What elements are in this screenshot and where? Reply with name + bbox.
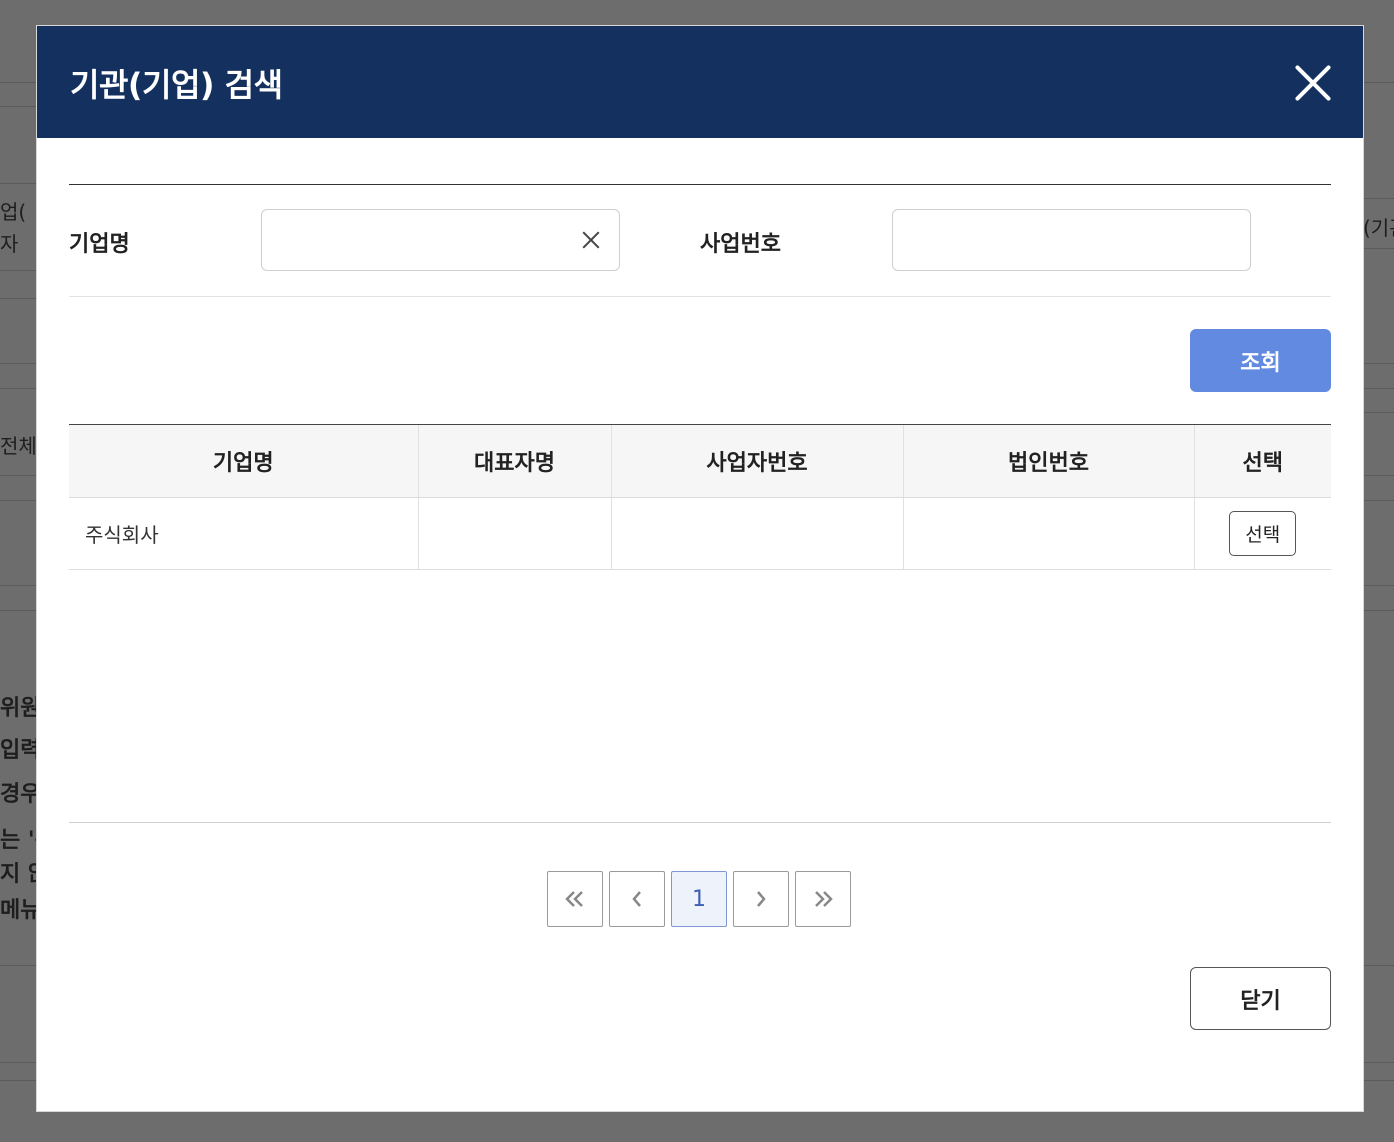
bg-divider xyxy=(0,106,37,107)
cell-corporate-number xyxy=(902,497,1194,570)
bg-divider xyxy=(0,82,37,83)
double-chevron-left-icon xyxy=(565,891,583,907)
bg-divider xyxy=(1363,248,1394,249)
bg-divider xyxy=(0,363,37,364)
bg-divider xyxy=(1363,475,1394,476)
cell-company: 주식회사 xyxy=(69,497,418,570)
bg-divider xyxy=(1363,500,1394,501)
page-1-button[interactable]: 1 xyxy=(671,871,727,927)
bg-text: (기관 xyxy=(1363,216,1394,240)
bg-text: 위원 xyxy=(0,696,37,721)
bg-text: 는 '총 xyxy=(0,828,37,853)
business-number-label: 사업번호 xyxy=(700,232,781,257)
column-header-company: 기업명 xyxy=(69,424,418,498)
company-name-label: 기업명 xyxy=(69,232,130,257)
bg-divider xyxy=(1363,198,1394,199)
bg-text: 메뉴 xyxy=(0,898,37,923)
next-page-button[interactable] xyxy=(733,871,789,927)
bg-text: 지 않 xyxy=(0,862,37,887)
list-bottom-border xyxy=(69,822,1331,823)
last-page-button[interactable] xyxy=(795,871,851,927)
double-chevron-right-icon xyxy=(815,891,833,907)
table-header-row: 기업명 대표자명 사업자번호 법인번호 선택 xyxy=(69,424,1331,498)
bg-divider xyxy=(0,270,37,271)
bg-divider xyxy=(1363,585,1394,586)
column-header-select: 선택 xyxy=(1193,424,1331,498)
bg-divider xyxy=(1363,412,1394,413)
modal-title: 기관(기업) 검색 xyxy=(70,66,283,104)
select-button[interactable]: 선택 xyxy=(1229,511,1297,556)
prev-page-button[interactable] xyxy=(609,871,665,927)
close-button[interactable]: 닫기 xyxy=(1190,967,1331,1030)
chevron-right-icon xyxy=(757,891,766,907)
bg-divider xyxy=(0,500,37,501)
bg-divider xyxy=(1363,363,1394,364)
first-page-button[interactable] xyxy=(547,871,603,927)
results-table: 기업명 대표자명 사업자번호 법인번호 선택 주식회사 선택 xyxy=(69,424,1331,570)
cell-business-number xyxy=(610,497,903,570)
clear-input-icon[interactable] xyxy=(581,230,601,250)
cell-representative xyxy=(417,497,611,570)
bg-divider xyxy=(1363,82,1394,83)
bg-divider xyxy=(0,183,37,184)
bg-divider xyxy=(1363,388,1394,389)
bg-text: 전체 xyxy=(0,434,37,458)
bg-divider xyxy=(0,610,37,611)
form-top-border xyxy=(69,184,1331,185)
table-row: 주식회사 선택 xyxy=(69,497,1331,570)
bg-text: 업( xyxy=(0,200,27,224)
modal-header: 기관(기업) 검색 xyxy=(37,26,1363,138)
bg-divider xyxy=(1363,610,1394,611)
bg-divider xyxy=(0,388,37,389)
business-number-input[interactable] xyxy=(892,209,1251,271)
company-name-input[interactable] xyxy=(261,209,620,271)
column-header-business-number: 사업자번호 xyxy=(610,424,903,498)
form-bottom-border xyxy=(69,296,1331,297)
chevron-left-icon xyxy=(632,891,641,907)
bg-text: 입력 xyxy=(0,738,37,763)
search-button[interactable]: 조회 xyxy=(1190,329,1331,392)
bg-text: 자 xyxy=(0,232,19,256)
cell-select: 선택 xyxy=(1193,497,1331,570)
bg-divider xyxy=(0,298,37,299)
organization-search-modal: 기관(기업) 검색 기업명 사업번호 조회 기업명 대표자명 사업자번호 법인번… xyxy=(37,26,1363,1111)
close-icon[interactable] xyxy=(1293,63,1333,103)
bg-divider xyxy=(0,585,37,586)
pagination: 1 xyxy=(547,871,851,927)
bg-divider xyxy=(0,475,37,476)
column-header-corporate-number: 법인번호 xyxy=(902,424,1194,498)
column-header-representative: 대표자명 xyxy=(417,424,611,498)
bg-text: 경우, xyxy=(0,782,37,807)
